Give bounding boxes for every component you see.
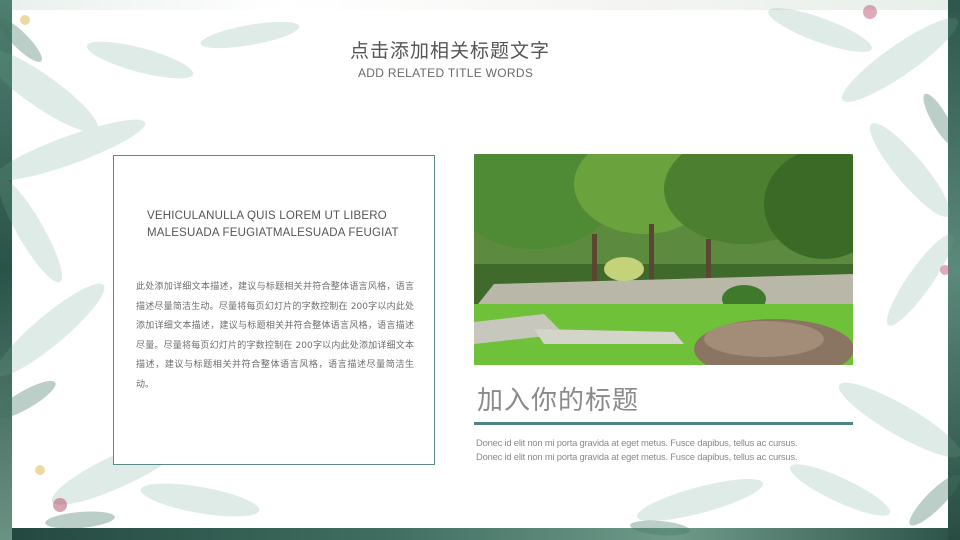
frame-left: [0, 0, 12, 540]
slide: 点击添加相关标题文字 ADD RELATED TITLE WORDS VEHIC…: [0, 0, 960, 540]
panel-heading-line-1: VEHICULANULLA QUIS LOREM UT LIBERO: [147, 210, 387, 222]
title-underline: [474, 422, 853, 425]
frame-bottom: [0, 528, 960, 540]
park-photo: [474, 154, 853, 365]
park-photo-icon: [474, 154, 853, 365]
description-line-1: Donec id elit non mi porta gravida at eg…: [476, 437, 798, 448]
section-description: Donec id elit non mi porta gravida at eg…: [476, 436, 856, 464]
panel-heading-line-2: MALESUADA FEUGIATMALESUADA FEUGIAT: [147, 227, 399, 239]
frame-top: [0, 0, 960, 10]
description-line-2: Donec id elit non mi porta gravida at eg…: [476, 451, 798, 462]
panel-heading: VEHICULANULLA QUIS LOREM UT LIBERO MALES…: [147, 208, 422, 242]
page-title: 点击添加相关标题文字: [349, 40, 550, 62]
text-panel: VEHICULANULLA QUIS LOREM UT LIBERO MALES…: [113, 155, 435, 465]
section-title: 加入你的标题: [477, 386, 640, 416]
page-subtitle: ADD RELATED TITLE WORDS: [358, 66, 534, 80]
frame-right: [948, 0, 960, 540]
panel-body-text: 此处添加详细文本描述，建议与标题相关并符合整体语言风格，语言描述尽量简洁生动。尽…: [136, 282, 414, 390]
